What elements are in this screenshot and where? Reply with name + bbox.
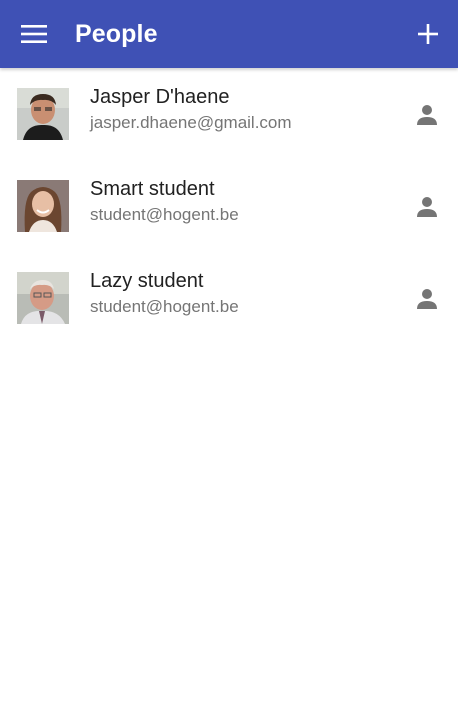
- person-email: jasper.dhaene@gmail.com: [90, 113, 292, 132]
- people-list: Jasper D'haene jasper.dhaene@gmail.com S…: [0, 68, 458, 344]
- person-icon: [417, 289, 437, 309]
- avatar: [17, 272, 69, 324]
- list-item-jasper[interactable]: Jasper D'haene jasper.dhaene@gmail.com: [0, 68, 458, 160]
- person-icon: [417, 197, 437, 217]
- add-icon: [418, 24, 438, 44]
- add-person-button[interactable]: [408, 14, 448, 54]
- person-email: student@hogent.be: [90, 297, 239, 316]
- person-action-button[interactable]: [412, 100, 442, 130]
- list-item-smart-student[interactable]: Smart student student@hogent.be: [0, 160, 458, 252]
- person-name: Jasper D'haene: [90, 86, 230, 108]
- menu-button[interactable]: [14, 14, 54, 54]
- person-icon: [417, 105, 437, 125]
- person-action-button[interactable]: [412, 284, 442, 314]
- avatar: [17, 180, 69, 232]
- person-name: Smart student: [90, 178, 215, 200]
- person-email: student@hogent.be: [90, 205, 239, 224]
- menu-icon: [21, 25, 47, 43]
- person-name: Lazy student: [90, 270, 204, 292]
- avatar: [17, 88, 69, 140]
- page-title: People: [75, 20, 158, 48]
- person-action-button[interactable]: [412, 192, 442, 222]
- app-bar: People: [0, 0, 458, 68]
- list-item-lazy-student[interactable]: Lazy student student@hogent.be: [0, 252, 458, 344]
